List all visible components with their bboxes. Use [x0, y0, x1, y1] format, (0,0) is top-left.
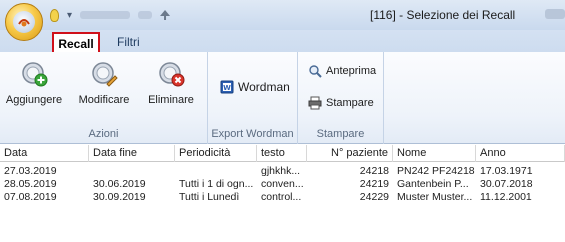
modificare-label: Modificare	[78, 94, 130, 106]
cell-data-fine: 30.06.2019	[93, 178, 146, 190]
pin-icon[interactable]	[160, 10, 171, 20]
group-stampare: Anteprima Stampare Stampare	[298, 52, 384, 144]
cell-periodicita: Tutti i 1 di ogn...	[179, 178, 254, 190]
column-header-data-fine[interactable]: Data fine	[89, 145, 175, 162]
app-logo-icon	[13, 11, 35, 33]
cell-data-fine: 30.09.2019	[93, 191, 146, 203]
group-azioni: Aggiungere Modificare Eliminare Azioni	[0, 52, 208, 144]
column-header-testo[interactable]: testo	[257, 145, 307, 162]
eliminare-button[interactable]: Eliminare	[140, 58, 202, 106]
word-document-icon: W	[220, 80, 234, 94]
aggiungere-label: Aggiungere	[5, 94, 63, 106]
title-bar: ▾ [116] - Selezione dei Recall	[0, 0, 565, 30]
stampare-button[interactable]: Stampare	[308, 96, 374, 110]
column-header-nome[interactable]: Nome	[393, 145, 476, 162]
cell-periodicita	[175, 165, 257, 178]
cell-anno: 11.12.2001	[480, 191, 532, 203]
cell-testo: control...	[261, 191, 302, 203]
cell-n-paziente: 24218	[359, 165, 389, 177]
cell-nome: Gantenbein P...	[397, 178, 469, 190]
qat-dropdown-icon[interactable]: ▾	[67, 10, 72, 21]
anteprima-button[interactable]: Anteprima	[308, 64, 376, 78]
group-azioni-label: Azioni	[88, 128, 119, 140]
cell-nome: PN242 PF24218	[397, 165, 475, 177]
tab-filtri[interactable]: Filtri	[107, 32, 150, 52]
edit-recall-icon	[92, 62, 118, 87]
column-header-anno[interactable]: Anno	[476, 145, 565, 162]
modificare-button[interactable]: Modificare	[74, 58, 134, 106]
cell-anno: 17.03.1971	[480, 165, 533, 177]
wordman-label: Wordman	[238, 80, 290, 94]
cell-periodicita: Tutti i Lunedì	[179, 191, 240, 203]
title-blurred-item	[545, 9, 565, 19]
column-header-periodicita[interactable]: Periodicità	[175, 145, 257, 162]
cell-n-paziente: 24219	[359, 178, 389, 190]
grid-header: Data Data fine Periodicità testo N° pazi…	[0, 145, 565, 162]
window-title: [116] - Selezione dei Recall	[370, 8, 516, 22]
cell-data: 27.03.2019	[4, 165, 57, 177]
group-export-wordman-label: Export Wordman	[211, 128, 294, 140]
group-stampare-label: Stampare	[316, 128, 365, 140]
eliminare-label: Eliminare	[148, 94, 194, 106]
svg-text:W: W	[223, 84, 231, 92]
add-recall-icon	[22, 62, 48, 87]
quick-access-toolbar: ▾	[50, 6, 171, 24]
column-header-data[interactable]: Data	[0, 145, 89, 162]
cell-data: 07.08.2019	[4, 191, 57, 203]
cell-data-fine	[89, 165, 175, 178]
application-menu-button[interactable]	[5, 3, 43, 41]
qat-blurred-item-2	[138, 11, 153, 19]
wordman-button[interactable]: W Wordman	[220, 80, 290, 94]
cell-n-paziente: 24229	[359, 191, 389, 203]
group-export-wordman: W Wordman Export Wordman	[208, 52, 298, 144]
table-row[interactable]: 27.03.2019 gjhkhk... 24218 PN242 PF24218…	[0, 165, 565, 178]
anteprima-label: Anteprima	[326, 65, 377, 77]
recall-grid: Data Data fine Periodicità testo N° pazi…	[0, 145, 565, 242]
cell-nome: Muster Muster...	[397, 191, 473, 203]
ribbon: Aggiungere Modificare Eliminare Azioni W…	[0, 52, 565, 144]
ribbon-tabs: Recall Filtri	[0, 30, 565, 52]
table-row[interactable]: 28.05.2019 30.06.2019 Tutti i 1 di ogn..…	[0, 178, 565, 191]
stampare-label: Stampare	[326, 97, 374, 109]
table-row[interactable]: 07.08.2019 30.09.2019 Tutti i Lunedì con…	[0, 191, 565, 204]
cell-anno: 30.07.2018	[480, 178, 533, 190]
qat-blurred-item	[80, 11, 131, 19]
cell-testo: gjhkhk...	[261, 165, 301, 177]
printer-icon	[308, 96, 322, 110]
delete-recall-icon	[159, 62, 185, 87]
tab-recall[interactable]: Recall	[52, 32, 100, 52]
lightbulb-icon[interactable]	[50, 8, 59, 22]
aggiungere-button[interactable]: Aggiungere	[4, 58, 64, 106]
print-preview-icon	[309, 65, 322, 78]
cell-testo: conven...	[261, 178, 304, 190]
cell-data: 28.05.2019	[4, 178, 57, 190]
column-header-n-paziente[interactable]: N° paziente	[307, 145, 393, 162]
